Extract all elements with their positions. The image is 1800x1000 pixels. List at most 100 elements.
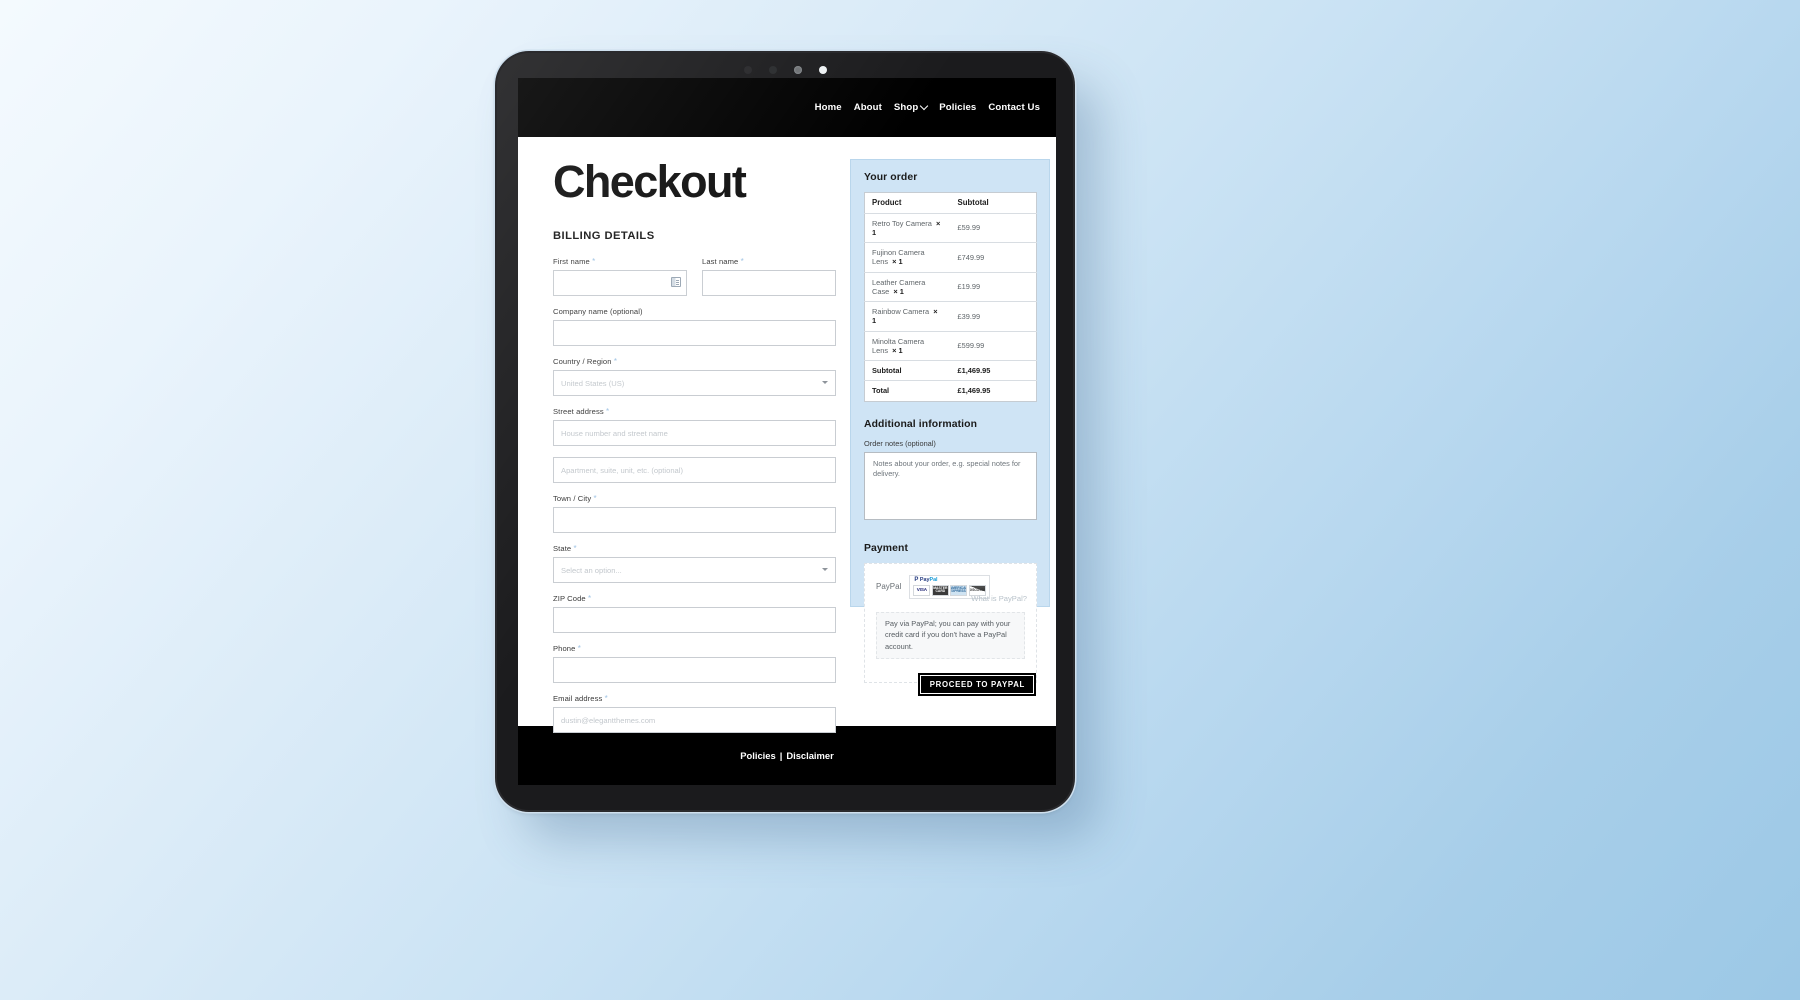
what-is-paypal-link[interactable]: What is PayPal? [971,594,1027,603]
label-text-phone: Phone [553,644,576,653]
table-row: Retro Toy Camera × 1 £59.99 [864,213,1037,244]
nav-label-policies: Policies [939,102,977,113]
required-marker: * [587,594,592,603]
total-label: Total [872,386,890,396]
subtotal-label: Subtotal [864,360,951,382]
required-marker: * [604,694,608,703]
contact-card-autofill-icon[interactable] [671,277,681,287]
required-marker: * [606,407,610,416]
paypal-method-label: PayPal [876,582,902,592]
street-address-line1-input[interactable] [553,420,836,446]
checkout-page-body: Checkout BILLING DETAILS First name * La… [518,137,1056,733]
tablet-device-frame: Home About Shop Policies Contact Us Chec… [497,53,1073,810]
order-summary-table: Product Subtotal Retro Toy Camera × 1 £5… [864,192,1037,402]
field-street-address-2 [553,457,836,483]
nav-item-about[interactable]: About [854,102,882,113]
order-item-label: Retro Toy Camera [872,218,932,228]
country-region-select[interactable] [553,370,836,396]
order-item-name: Rainbow Camera × 1 [864,301,951,332]
label-email-address: Email address * [553,694,836,703]
zip-code-input[interactable] [553,607,836,633]
email-address-input[interactable] [553,707,836,733]
nav-label-contact-us: Contact Us [988,102,1040,113]
label-text-zip-code: ZIP Code [553,594,586,603]
billing-form-column: Checkout BILLING DETAILS First name * La… [553,156,836,733]
billing-details-heading: BILLING DETAILS [553,230,655,242]
device-sensor-cluster [497,64,1073,76]
label-town-city: Town / City * [553,494,836,503]
footer-link-disclaimer[interactable]: Disclaimer [786,750,833,761]
footer-link-policies[interactable]: Policies [740,750,775,761]
payment-section: Payment PayPal P PayPal VISA MASTER CARD… [864,542,1037,696]
first-name-input-wrapper [553,270,687,296]
total-value: £1,469.95 [957,386,991,396]
field-state: State * [553,544,836,583]
order-item-label: Rainbow Camera [872,307,930,317]
label-text-state: State [553,544,572,553]
additional-information-heading: Additional information [864,418,978,430]
subtotal-value: £1,469.95 [950,360,1037,382]
label-text-last-name: Last name [702,257,739,266]
state-select[interactable] [553,557,836,583]
paypal-description-text: Pay via PayPal; you can pay with your cr… [876,611,1025,660]
american-express-card-icon: AMERICAN EXPRESS [950,584,968,596]
required-marker: * [593,494,597,503]
last-name-input[interactable] [702,270,836,296]
order-notes-textarea[interactable] [864,451,1037,520]
order-table-header-row: Product Subtotal [864,192,1037,214]
payment-heading: Payment [864,542,909,554]
name-fields-row: First name * Last name * [553,257,836,307]
paypal-p-glyph: P [914,577,919,584]
field-town-city: Town / City * [553,494,836,533]
proceed-to-paypal-button[interactable]: PROCEED TO PAYPAL [917,672,1036,696]
label-text-town-city: Town / City [553,494,592,503]
nav-label-about: About [853,102,882,113]
label-first-name: First name * [553,257,687,266]
nav-item-policies[interactable]: Policies [939,102,976,113]
order-item-name: Retro Toy Camera × 1 [864,213,951,244]
column-header-product: Product [864,192,951,214]
street-address-line2-input[interactable] [553,457,836,483]
label-text-email-address: Email address [553,694,603,703]
label-street-address: Street address * [553,407,836,416]
paypal-word-light: Pal [929,576,938,583]
required-marker: * [740,257,744,266]
order-item-name: Minolta Camera Lens × 1 [864,331,951,362]
field-street-address: Street address * [553,407,836,446]
label-country-region: Country / Region * [553,357,836,366]
nav-item-shop[interactable]: Shop [894,101,929,113]
payment-method-box: PayPal P PayPal VISA MASTER CARD AMERICA… [864,562,1037,696]
main-navigation: Home About Shop Policies Contact Us [815,101,1040,113]
order-notes-label: Order notes (optional) [864,438,936,448]
label-text-street-address: Street address [553,407,604,416]
field-email-address: Email address * [553,694,836,733]
order-item-subtotal: £749.99 [950,242,1037,273]
order-item-name: Fujinon Camera Lens × 1 [864,242,951,273]
proceed-button-wrapper: PROCEED TO PAYPAL [865,672,1036,696]
sensor-dot-1 [743,66,752,74]
column-header-subtotal: Subtotal [950,192,1037,214]
nav-item-home[interactable]: Home [815,102,842,113]
order-table-head: Product Subtotal [864,192,1037,214]
order-table-body: Retro Toy Camera × 1 £59.99 Fujinon Came… [864,213,1037,401]
page-title: Checkout [553,156,747,207]
label-zip-code: ZIP Code * [553,594,836,603]
paypal-logo-icon: P PayPal [913,577,986,583]
phone-input[interactable] [553,657,836,683]
field-phone: Phone * [553,644,836,683]
total-row: Total £1,469.95 [865,381,1037,401]
town-city-input[interactable] [553,507,836,533]
state-select-wrapper [553,557,836,583]
company-name-input[interactable] [553,320,836,346]
label-text-first-name: First name [553,257,590,266]
field-first-name: First name * [553,257,687,296]
order-item-subtotal: £39.99 [950,301,1037,332]
order-item-name: Leather Camera Case × 1 [864,272,951,303]
first-name-input[interactable] [553,270,687,296]
order-item-qty: × 1 [892,257,903,267]
field-country-region: Country / Region * [553,357,836,396]
nav-item-contact-us[interactable]: Contact Us [988,102,1040,113]
nav-label-home: Home [814,102,842,113]
subtotal-row: Subtotal £1,469.95 [864,360,1037,382]
site-header: Home About Shop Policies Contact Us [518,78,1056,137]
